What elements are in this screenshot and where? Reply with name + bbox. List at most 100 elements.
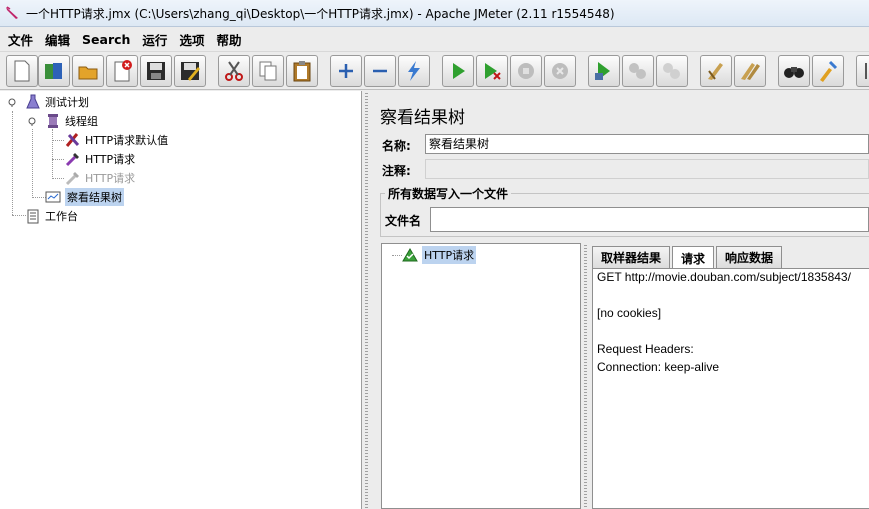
tree-connector bbox=[32, 129, 33, 198]
tree-connector bbox=[52, 178, 64, 179]
tab-request[interactable]: 请求 bbox=[672, 246, 715, 269]
toggle-icon bbox=[408, 61, 420, 81]
search-button[interactable] bbox=[778, 55, 810, 87]
menu-file[interactable]: 文件 bbox=[2, 30, 39, 49]
file-section-title: 所有数据写入一个文件 bbox=[385, 185, 512, 202]
expand-icon bbox=[339, 64, 353, 78]
clear-all-icon bbox=[741, 63, 760, 80]
tree-node-http-request[interactable]: HTTP请求 bbox=[65, 150, 135, 168]
save-button[interactable] bbox=[140, 55, 172, 87]
save-as-button[interactable] bbox=[174, 55, 206, 87]
function-helper-button[interactable] bbox=[856, 55, 869, 87]
menu-options[interactable]: 选项 bbox=[173, 30, 210, 49]
tree-node-label: 察看结果树 bbox=[65, 188, 124, 206]
expand-handle-icon[interactable] bbox=[27, 116, 37, 126]
tree-node-label: HTTP请求 bbox=[85, 153, 136, 166]
success-triangle-icon bbox=[402, 248, 418, 262]
chart-icon bbox=[45, 191, 61, 203]
tree-node-thread-group[interactable]: 线程组 bbox=[45, 112, 98, 130]
clipboard-icon bbox=[27, 209, 39, 224]
tree-node-label: HTTP请求 bbox=[85, 172, 136, 185]
collapse-all-button[interactable] bbox=[364, 55, 396, 87]
menu-help[interactable]: 帮助 bbox=[210, 30, 247, 49]
menu-search[interactable]: Search bbox=[76, 32, 136, 47]
tree-node-view-results-tree[interactable]: 察看结果树 bbox=[45, 188, 124, 206]
sample-result-tree: HTTP请求 bbox=[381, 243, 581, 509]
copy-button[interactable] bbox=[252, 55, 284, 87]
reset-search-icon bbox=[820, 60, 838, 82]
tab-sampler-result[interactable]: 取样器结果 bbox=[592, 246, 671, 268]
toolbar bbox=[0, 51, 869, 90]
tree-node-http-defaults[interactable]: HTTP请求默认值 bbox=[65, 131, 168, 149]
tree-connector bbox=[12, 111, 13, 215]
start-button[interactable] bbox=[442, 55, 474, 87]
cut-icon bbox=[225, 61, 243, 81]
cut-button[interactable] bbox=[218, 55, 250, 87]
clear-all-button[interactable] bbox=[734, 55, 766, 87]
open-button[interactable] bbox=[72, 55, 104, 87]
reset-search-button[interactable] bbox=[812, 55, 844, 87]
request-line: GET http://movie.douban.com/subject/1835… bbox=[597, 270, 851, 284]
request-line: [no cookies] bbox=[597, 306, 662, 320]
main-splitter[interactable] bbox=[362, 91, 371, 509]
remote-exit-button[interactable] bbox=[656, 55, 688, 87]
clear-button[interactable] bbox=[700, 55, 732, 87]
request-line: Request Headers: bbox=[597, 342, 694, 356]
sample-result-label: HTTP请求 bbox=[422, 246, 477, 264]
name-field[interactable]: 察看结果树 bbox=[425, 134, 869, 154]
paste-icon bbox=[293, 61, 311, 82]
results-tree-panel: 察看结果树 名称: 察看结果树 注释: 所有数据写入一个文件 文件名 HTTP请… bbox=[371, 91, 869, 509]
pipette-icon bbox=[65, 153, 79, 167]
splitter-grip bbox=[584, 243, 587, 509]
remote-stop-button[interactable] bbox=[622, 55, 654, 87]
tree-node-label: 线程组 bbox=[65, 115, 98, 128]
result-splitter[interactable] bbox=[581, 243, 590, 509]
test-plan-tree: 测试计划 线程组 HTTP请求默认值 HTTP请求 HTTP请求 察看结果树 工… bbox=[0, 91, 362, 509]
stop-icon bbox=[518, 63, 534, 79]
open-icon bbox=[78, 66, 98, 80]
expand-handle-icon[interactable] bbox=[7, 97, 17, 107]
panel-title: 察看结果树 bbox=[380, 108, 465, 128]
templates-icon bbox=[45, 63, 62, 79]
spool-icon bbox=[48, 114, 58, 128]
close-icon bbox=[114, 60, 132, 82]
menu-run[interactable]: 运行 bbox=[136, 30, 173, 49]
tree-connector bbox=[32, 197, 46, 198]
filename-field[interactable] bbox=[430, 207, 869, 232]
function-helper-icon bbox=[865, 63, 869, 79]
stop-button[interactable] bbox=[510, 55, 542, 87]
templates-button[interactable] bbox=[38, 55, 70, 87]
comment-label: 注释: bbox=[382, 164, 411, 178]
comment-field[interactable] bbox=[425, 159, 869, 179]
tree-node-label: 测试计划 bbox=[45, 96, 89, 109]
sample-result-item[interactable]: HTTP请求 bbox=[402, 246, 477, 264]
paste-button[interactable] bbox=[286, 55, 318, 87]
tree-connector bbox=[52, 129, 53, 179]
request-content: GET http://movie.douban.com/subject/1835… bbox=[592, 268, 869, 509]
pipette-icon bbox=[65, 172, 79, 186]
toggle-button[interactable] bbox=[398, 55, 430, 87]
remote-start-button[interactable] bbox=[588, 55, 620, 87]
new-button[interactable] bbox=[6, 55, 38, 87]
jmeter-feather-icon bbox=[6, 6, 18, 19]
remote-exit-icon bbox=[663, 63, 680, 79]
tree-connector bbox=[52, 140, 64, 141]
tree-node-http-request-disabled[interactable]: HTTP请求 bbox=[65, 169, 135, 187]
new-icon bbox=[14, 60, 30, 82]
tree-node-workbench[interactable]: 工作台 bbox=[25, 207, 78, 225]
tools-icon bbox=[65, 133, 80, 147]
copy-icon bbox=[259, 61, 277, 81]
start-no-pauses-button[interactable] bbox=[476, 55, 508, 87]
tab-response-data[interactable]: 响应数据 bbox=[716, 246, 783, 268]
title-bar: 一个HTTP请求.jmx (C:\Users\zhang_qi\Desktop\… bbox=[0, 0, 869, 27]
shutdown-icon bbox=[552, 63, 568, 79]
save-as-icon bbox=[181, 62, 200, 81]
tree-node-label: HTTP请求默认值 bbox=[85, 134, 169, 147]
request-line: Connection: keep-alive bbox=[597, 360, 720, 374]
close-button[interactable] bbox=[106, 55, 138, 87]
expand-all-button[interactable] bbox=[330, 55, 362, 87]
menu-edit[interactable]: 编辑 bbox=[39, 30, 76, 49]
shutdown-button[interactable] bbox=[544, 55, 576, 87]
tree-node-test-plan[interactable]: 测试计划 bbox=[25, 93, 89, 111]
tree-connector bbox=[392, 255, 402, 256]
